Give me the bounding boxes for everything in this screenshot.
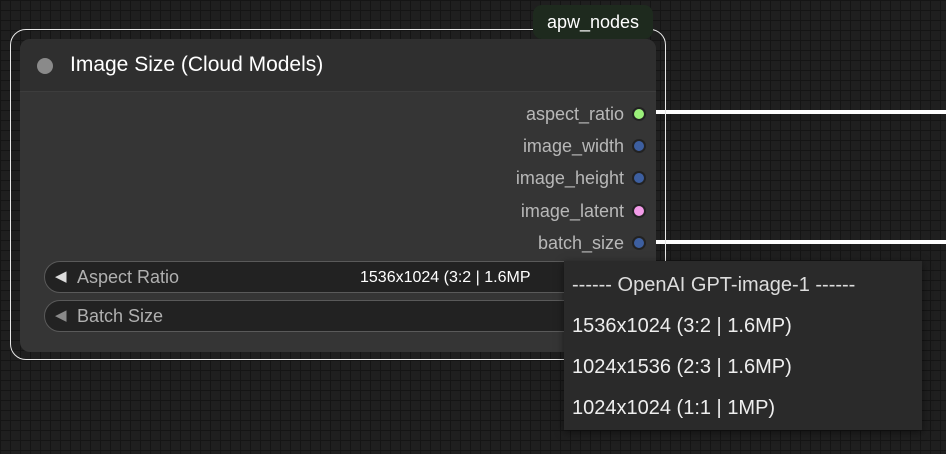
menu-item[interactable]: 1536x1024 (3:2 | 1.6MP) (572, 314, 792, 338)
widget-value: 1536x1024 (3:2 | 1.6MP (360, 269, 531, 286)
aspect-ratio-dropdown-menu[interactable]: ------ OpenAI GPT-image-1 ------ 1536x10… (564, 261, 922, 430)
menu-item[interactable]: 1024x1024 (1:1 | 1MP) (572, 396, 775, 420)
node-source-badge: apw_nodes (533, 5, 653, 39)
output-label: image_latent (520, 201, 624, 221)
output-aspect-ratio[interactable]: aspect_ratio (356, 103, 656, 125)
image-size-node[interactable]: Image Size (Cloud Models) aspect_ratio i… (20, 39, 656, 352)
output-image-width[interactable]: image_width (356, 135, 656, 157)
output-batch-size[interactable]: batch_size (356, 232, 656, 254)
aspect-ratio-combo[interactable]: ◀ Aspect Ratio 1536x1024 (3:2 | 1.6MP (44, 261, 634, 293)
graph-canvas[interactable]: apw_nodes Image Size (Cloud Models) aspe… (0, 0, 946, 454)
output-label: batch_size (537, 233, 624, 253)
node-header[interactable]: Image Size (Cloud Models) (20, 39, 656, 92)
output-slot-icon[interactable] (632, 107, 646, 121)
output-image-latent[interactable]: image_latent (356, 200, 656, 222)
output-image-height[interactable]: image_height (356, 167, 656, 189)
output-slot-icon[interactable] (632, 236, 646, 250)
widget-label: Batch Size (77, 306, 164, 326)
widget-label: Aspect Ratio (77, 267, 180, 287)
output-slot-icon[interactable] (632, 204, 646, 218)
connection-wire-batch-size (648, 240, 946, 244)
batch-size-number[interactable]: ◀ Batch Size (44, 300, 634, 332)
output-label: aspect_ratio (525, 104, 624, 124)
decrement-arrow-icon[interactable]: ◀ (55, 307, 67, 325)
menu-separator-header: ------ OpenAI GPT-image-1 ------ (572, 274, 856, 296)
output-slot-icon[interactable] (632, 171, 646, 185)
output-slot-icon[interactable] (632, 139, 646, 153)
menu-item[interactable]: 1024x1536 (2:3 | 1.6MP) (572, 355, 792, 379)
decrement-arrow-icon[interactable]: ◀ (55, 268, 67, 286)
output-label: image_width (522, 136, 624, 156)
connection-wire-aspect-ratio (648, 110, 946, 114)
output-label: image_height (515, 168, 624, 188)
node-title: Image Size (Cloud Models) (70, 53, 324, 76)
collapse-dot-icon[interactable] (37, 58, 53, 74)
